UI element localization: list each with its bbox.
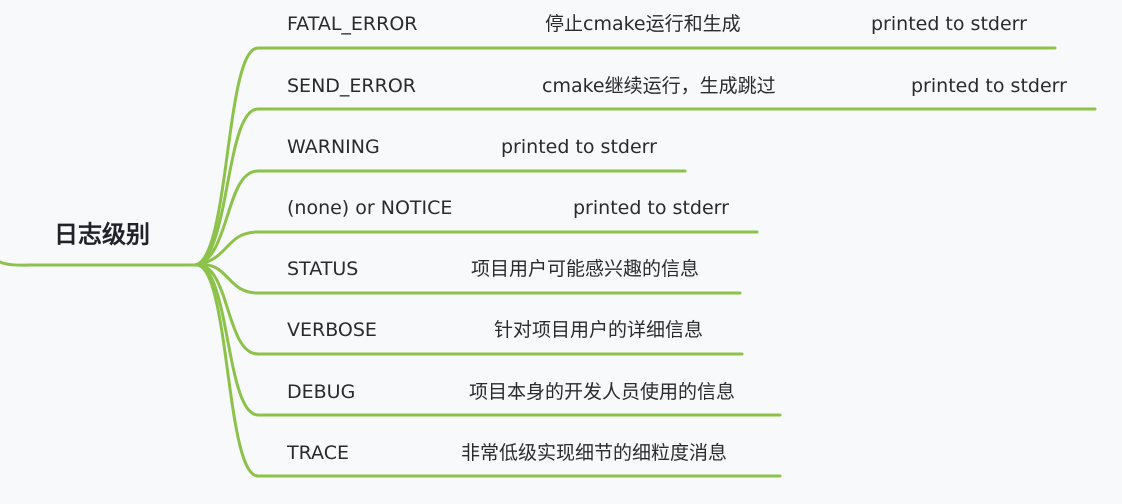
- branch-desc-send-error: cmake继续运行，生成跳过: [542, 75, 776, 97]
- branch-desc-status: 项目用户可能感兴趣的信息: [471, 258, 700, 280]
- branch-label-notice[interactable]: (none) or NOTICE: [287, 197, 452, 219]
- branch-label-warning[interactable]: WARNING: [287, 136, 380, 158]
- root-connector: [0, 260, 197, 267]
- mind-map: 日志级别 FATAL_ERROR 停止cmake运行和生成 printed to…: [0, 0, 1122, 504]
- branch-connector: [193, 107, 1097, 267]
- branch-label-debug[interactable]: DEBUG: [287, 381, 355, 403]
- branch-desc-fatal-error: 停止cmake运行和生成: [545, 13, 741, 35]
- branch-label-trace[interactable]: TRACE: [287, 442, 349, 464]
- branch-desc-debug: 项目本身的开发人员使用的信息: [469, 381, 736, 403]
- branch-desc-notice: printed to stderr: [573, 197, 729, 219]
- root-node[interactable]: 日志级别: [54, 215, 150, 250]
- branch-desc-warning: printed to stderr: [501, 136, 657, 158]
- branch-desc-verbose: 针对项目用户的详细信息: [494, 319, 704, 341]
- branch-extra-send-error: printed to stderr: [911, 75, 1067, 97]
- branch-label-verbose[interactable]: VERBOSE: [287, 319, 377, 341]
- branch-desc-trace: 非常低级实现细节的细粒度消息: [461, 442, 728, 464]
- branch-label-fatal-error[interactable]: FATAL_ERROR: [287, 13, 418, 35]
- branch-label-send-error[interactable]: SEND_ERROR: [287, 75, 416, 97]
- branch-extra-fatal-error: printed to stderr: [871, 13, 1027, 35]
- branch-label-status[interactable]: STATUS: [287, 258, 358, 280]
